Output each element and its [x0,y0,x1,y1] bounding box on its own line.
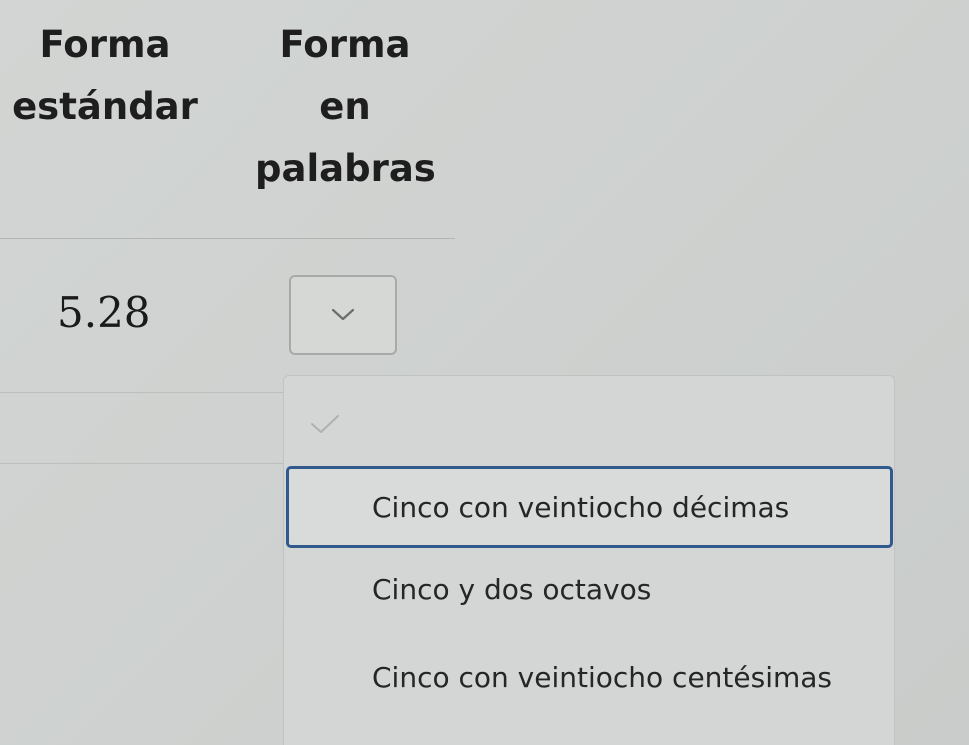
chevron-down-icon [330,307,356,323]
dropdown-option-empty[interactable] [284,386,894,466]
column-header-word-form: Forma en palabras [255,23,436,190]
dropdown-option-octavos[interactable]: Cinco y dos octavos [284,548,894,630]
dropdown-option-label: Cinco con veintiocho décimas [372,490,790,524]
row-divider-top [0,392,300,393]
dropdown-option-decimas[interactable]: Cinco con veintiocho décimas [286,466,893,548]
dropdown-option-label: Cinco con veintiocho centésimas [372,660,833,694]
header-divider [0,238,455,239]
dropdown-option-centesimas[interactable]: Cinco con veintiocho centésimas [284,636,894,718]
word-form-select[interactable] [289,275,397,355]
column-header-standard-form: Forma estándar [12,23,198,128]
row-divider-bottom [0,463,300,464]
standard-form-value: 5.28 [57,288,151,337]
word-form-dropdown-menu: Cinco con veintiocho décimas Cinco y dos… [283,375,895,745]
dropdown-option-label: Cinco y dos octavos [372,572,652,606]
